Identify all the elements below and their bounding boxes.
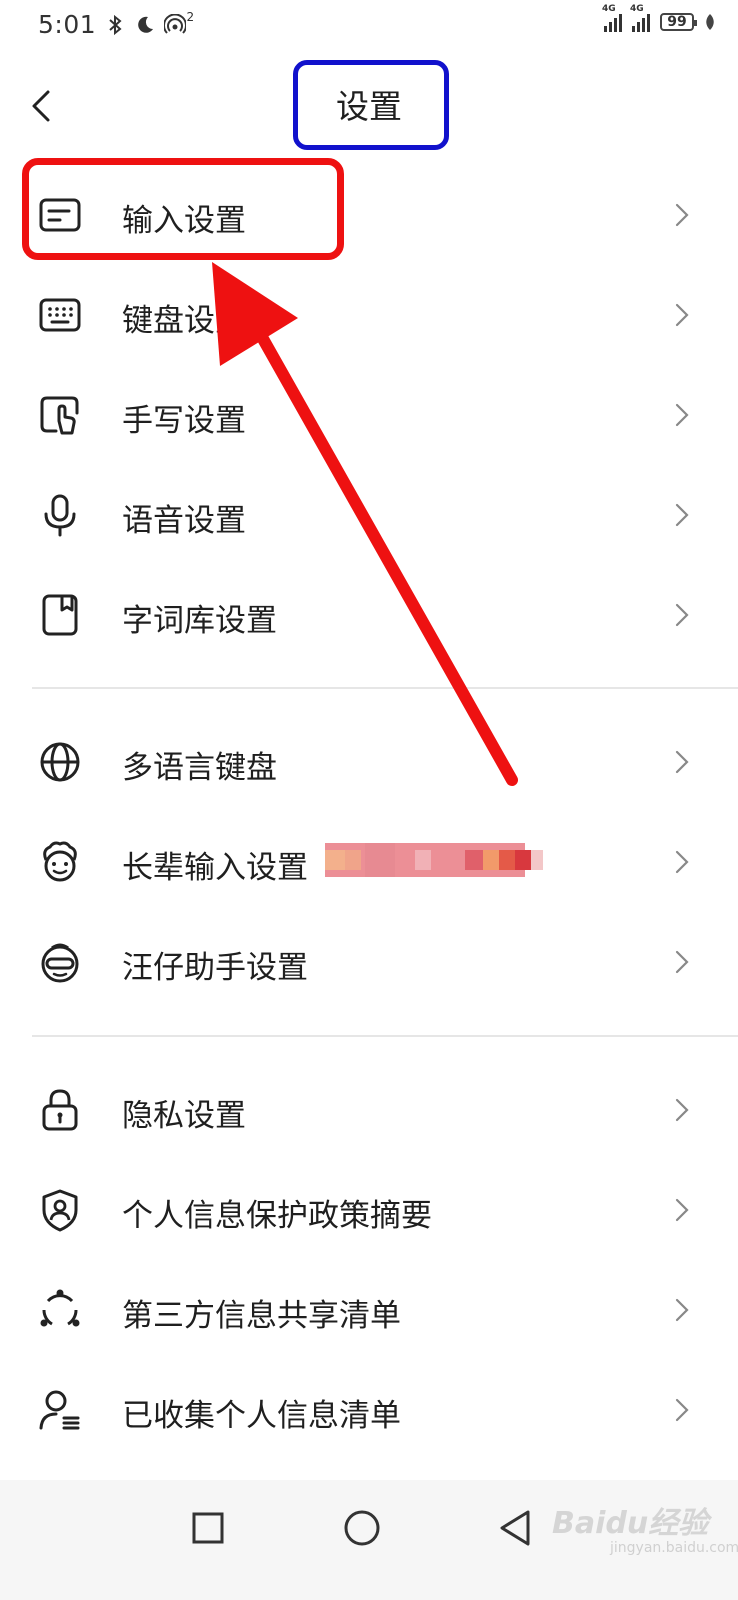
- chevron-right-icon: [675, 1298, 689, 1322]
- hotspot-indicator: 2: [164, 10, 194, 36]
- chevron-right-icon: [675, 303, 689, 327]
- settings-item-label: 键盘设置: [122, 303, 246, 339]
- settings-item-label: 汪仔助手设置: [122, 950, 308, 986]
- chevron-right-icon: [675, 950, 689, 974]
- redacted-badge: [325, 843, 543, 877]
- signal-2-tag: 4G: [630, 4, 644, 14]
- chevron-right-icon: [675, 203, 689, 227]
- settings-item-collected-info[interactable]: 已收集个人信息清单: [0, 1360, 738, 1460]
- shield-person-icon: [42, 1189, 78, 1232]
- assistant-face-icon: [41, 943, 79, 983]
- chevron-right-icon: [675, 403, 689, 427]
- hotspot-badge: 2: [186, 9, 195, 24]
- dictionary-icon: [42, 594, 78, 636]
- watermark-logo: Baidu经验: [552, 1506, 709, 1541]
- signal-1-tag: 4G: [602, 4, 616, 14]
- settings-item-multilang[interactable]: 多语言键盘: [0, 712, 738, 812]
- globe-icon: [40, 742, 80, 782]
- settings-item-label: 长辈输入设置: [122, 850, 308, 886]
- signal-1-icon: 4G: [602, 4, 622, 32]
- settings-item-label: 隐私设置: [122, 1098, 246, 1134]
- bluetooth-icon: [109, 14, 122, 35]
- settings-item-label: 第三方信息共享清单: [122, 1298, 401, 1334]
- settings-item-handwriting[interactable]: 手写设置: [0, 365, 738, 465]
- chevron-right-icon: [675, 1098, 689, 1122]
- settings-item-privacy[interactable]: 隐私设置: [0, 1060, 738, 1160]
- person-list-icon: [39, 1390, 80, 1430]
- home-icon[interactable]: [342, 1508, 382, 1548]
- share-circle-icon: [40, 1289, 80, 1327]
- settings-item-keyboard[interactable]: 键盘设置: [0, 265, 738, 365]
- status-left: 5:01 2: [38, 10, 194, 40]
- settings-item-label: 已收集个人信息清单: [122, 1398, 401, 1434]
- handwriting-icon: [40, 396, 79, 435]
- section-divider: [32, 1035, 738, 1037]
- battery-level: 99: [667, 14, 687, 30]
- input-settings-annotation-box: [22, 158, 344, 260]
- recent-apps-icon[interactable]: [188, 1508, 228, 1548]
- battery-icon: 99: [660, 13, 697, 31]
- chevron-right-icon: [675, 503, 689, 527]
- signal-2-icon: 4G: [630, 4, 650, 32]
- back-nav-icon[interactable]: [496, 1508, 536, 1548]
- settings-item-third-party[interactable]: 第三方信息共享清单: [0, 1260, 738, 1360]
- chevron-right-icon: [675, 603, 689, 627]
- status-time: 5:01: [38, 10, 97, 39]
- settings-item-privacy-policy[interactable]: 个人信息保护政策摘要: [0, 1160, 738, 1260]
- chevron-right-icon: [675, 850, 689, 874]
- settings-item-assistant[interactable]: 汪仔助手设置: [0, 912, 738, 1012]
- status-right: 4G 4G 99: [602, 4, 716, 32]
- settings-item-label: 多语言键盘: [122, 750, 277, 786]
- settings-item-dictionary[interactable]: 字词库设置: [0, 565, 738, 665]
- settings-item-label: 语音设置: [122, 503, 246, 539]
- settings-item-label: 个人信息保护政策摘要: [122, 1198, 432, 1234]
- leaf-icon: [706, 14, 714, 30]
- elder-face-icon: [43, 841, 77, 882]
- title-annotation-box: [293, 60, 449, 150]
- microphone-icon: [44, 494, 76, 537]
- chevron-right-icon: [675, 1398, 689, 1422]
- moon-icon: [138, 16, 154, 33]
- lock-icon: [42, 1089, 78, 1131]
- watermark-url: jingyan.baidu.com: [610, 1540, 738, 1556]
- settings-item-label: 手写设置: [122, 403, 246, 439]
- settings-item-label: 字词库设置: [122, 603, 277, 639]
- chevron-right-icon: [675, 750, 689, 774]
- settings-item-voice[interactable]: 语音设置: [0, 465, 738, 565]
- keyboard-icon: [39, 298, 81, 332]
- chevron-right-icon: [675, 1198, 689, 1222]
- status-bar: 5:01 2 4G 4G 99: [0, 0, 738, 52]
- hotspot-icon: [164, 13, 187, 34]
- section-divider: [32, 687, 738, 689]
